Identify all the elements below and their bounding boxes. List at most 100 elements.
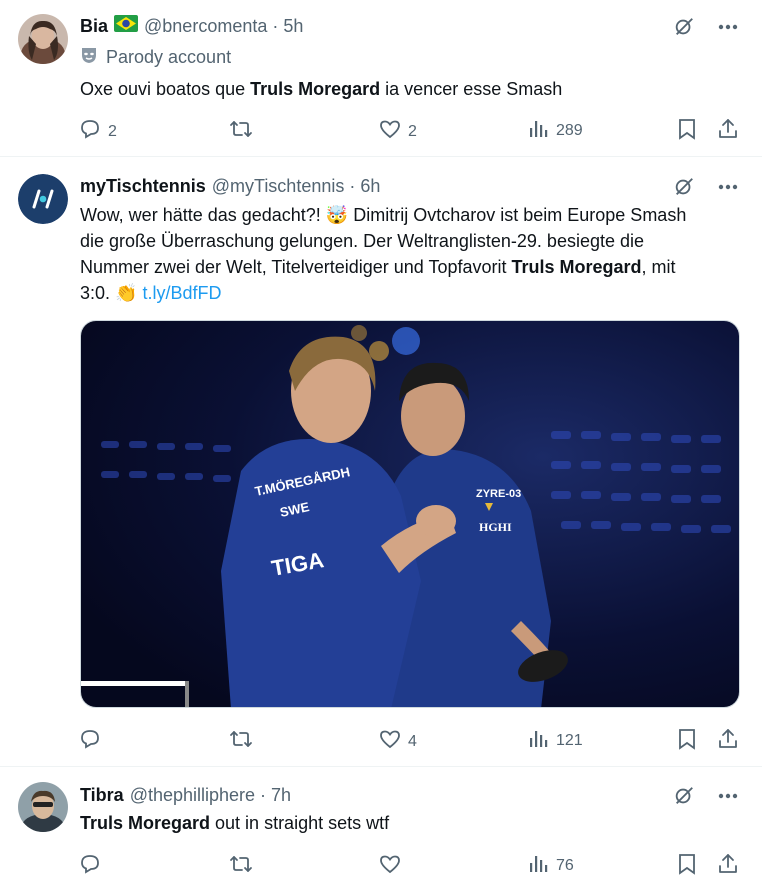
tweet-top-actions: [672, 784, 740, 808]
avatar[interactable]: [18, 14, 68, 64]
avatar[interactable]: [18, 174, 68, 224]
separator: ·: [272, 15, 279, 36]
display-name[interactable]: Tibra: [80, 785, 124, 806]
bookmark-icon: [676, 852, 704, 881]
grok-icon[interactable]: [672, 175, 696, 199]
tweet-tibra[interactable]: Tibra @thephilliphere · 7h Truls Moregar…: [0, 767, 762, 893]
views-chart-icon: [528, 727, 556, 754]
like-button[interactable]: 4: [378, 727, 417, 756]
retweet-icon: [228, 727, 260, 756]
tweet-text-part: , mit: [641, 257, 676, 277]
reply-icon: [78, 727, 108, 756]
views-count: 289: [556, 121, 583, 139]
parody-mask-icon: [80, 46, 106, 69]
grok-icon[interactable]: [672, 784, 696, 808]
display-name[interactable]: Bia: [80, 16, 108, 37]
share-button[interactable]: [716, 727, 746, 756]
clapping-hands-emoji: 👏: [115, 283, 138, 303]
parody-text: Parody account: [106, 47, 232, 67]
reply-button[interactable]: 2: [78, 117, 117, 146]
timestamp[interactable]: 5h: [283, 16, 303, 37]
share-icon: [716, 852, 746, 881]
retweet-button[interactable]: [228, 117, 260, 146]
reply-button[interactable]: [78, 852, 108, 881]
retweet-icon: [228, 852, 260, 881]
user-handle[interactable]: @thephilliphere: [130, 785, 255, 806]
tweet-text-bold: Truls Moregard: [511, 257, 642, 277]
tweet-text-line: Wow, wer hätte das gedacht?! 🤯 Dimitrij …: [80, 202, 742, 228]
reply-icon: [78, 117, 108, 146]
share-icon: [716, 117, 746, 146]
tweet-actions: 76: [78, 852, 740, 876]
share-button[interactable]: [716, 852, 746, 881]
tweet-media-image[interactable]: ZYRE-03 HGHI T.MÖREGÅRDH SWE TIGA: [80, 320, 740, 708]
like-button[interactable]: 2: [378, 117, 417, 146]
reply-count: 2: [108, 122, 117, 140]
tweet-text: Truls Moregard out in straight sets wtf: [80, 810, 742, 836]
tweet-mytischtennis[interactable]: myTischtennis @myTischtennis · 6h Wow, w…: [0, 157, 762, 767]
bookmark-icon: [676, 727, 704, 756]
tweet-text-part: Wow, wer hätte das gedacht?!: [80, 205, 326, 225]
tweet-header: Bia @bnercomenta · 5h: [80, 14, 672, 38]
tweet-header: Tibra @thephilliphere · 7h: [80, 783, 672, 807]
share-button[interactable]: [716, 117, 746, 146]
tweet-link[interactable]: t.ly/BdfFD: [142, 283, 221, 303]
avatar[interactable]: [18, 782, 68, 832]
share-icon: [716, 727, 746, 756]
grok-icon[interactable]: [672, 15, 696, 39]
tweet-text: Wow, wer hätte das gedacht?! 🤯 Dimitrij …: [80, 202, 742, 306]
photo-table-tennis-handshake: ZYRE-03 HGHI T.MÖREGÅRDH SWE TIGA: [81, 321, 739, 707]
heart-icon: [378, 852, 408, 881]
retweet-icon: [228, 117, 260, 146]
jersey-sponsor-text: HGHI: [479, 520, 512, 534]
tweet-text: Oxe ouvi boatos que Truls Moregard ia ve…: [80, 76, 742, 102]
tweet-text-part: Nummer zwei der Welt, Titelverteidiger u…: [80, 257, 512, 277]
views-count: 76: [556, 856, 574, 874]
tweet-top-actions: [672, 175, 740, 199]
tweet-actions: 4 121: [78, 727, 740, 751]
like-count: 2: [408, 122, 417, 140]
tweet-text-line: 3:0. 👏 t.ly/BdfFD: [80, 280, 742, 306]
like-button[interactable]: [378, 852, 408, 881]
user-handle[interactable]: @bnercomenta: [144, 16, 267, 37]
timestamp[interactable]: 6h: [360, 176, 380, 197]
views-chart-icon: [528, 852, 556, 879]
bookmark-icon: [676, 117, 704, 146]
tweet-text-part: Dimitrij Ovtcharov ist beim Europe Smash: [348, 205, 687, 225]
tweet-header: myTischtennis @myTischtennis · 6h: [80, 174, 672, 198]
tweet-text-part: ia vencer esse Smash: [380, 79, 563, 99]
jersey-right-text: ZYRE-03: [476, 488, 521, 500]
brazil-flag-icon: [114, 15, 139, 37]
tweet-text-bold: Truls Moregard: [250, 79, 381, 99]
retweet-button[interactable]: [228, 727, 260, 756]
bookmark-button[interactable]: [676, 117, 704, 146]
tweet-text-part: Oxe ouvi boatos que: [80, 79, 251, 99]
exploding-head-emoji: 🤯: [325, 205, 349, 225]
bookmark-button[interactable]: [676, 727, 704, 756]
tweet-text-line: die große Überraschung gelungen. Der Wel…: [80, 231, 645, 251]
heart-icon: [378, 117, 408, 146]
retweet-button[interactable]: [228, 852, 260, 881]
more-options-icon[interactable]: [716, 15, 740, 39]
tweet-text-part: 3:0.: [80, 283, 116, 303]
tweet-text-line: Nummer zwei der Welt, Titelverteidiger u…: [80, 254, 742, 280]
user-handle[interactable]: @myTischtennis: [212, 176, 345, 197]
more-options-icon[interactable]: [716, 175, 740, 199]
tweet-bia[interactable]: Bia @bnercomenta · 5h Parody account Oxe…: [0, 0, 762, 157]
heart-icon: [378, 727, 408, 756]
views-button[interactable]: 121: [528, 727, 583, 754]
reply-button[interactable]: [78, 727, 108, 756]
tweet-top-actions: [672, 15, 740, 39]
views-chart-icon: [528, 117, 556, 144]
display-name[interactable]: myTischtennis: [80, 176, 206, 197]
more-options-icon[interactable]: [716, 784, 740, 808]
views-count: 121: [556, 731, 583, 749]
reply-icon: [78, 852, 108, 881]
views-button[interactable]: 76: [528, 852, 574, 879]
separator: ·: [349, 175, 356, 196]
tweet-actions: 2 2 289: [78, 117, 740, 141]
timestamp[interactable]: 7h: [271, 785, 291, 806]
views-button[interactable]: 289: [528, 117, 583, 144]
parody-label: Parody account: [80, 46, 231, 69]
bookmark-button[interactable]: [676, 852, 704, 881]
